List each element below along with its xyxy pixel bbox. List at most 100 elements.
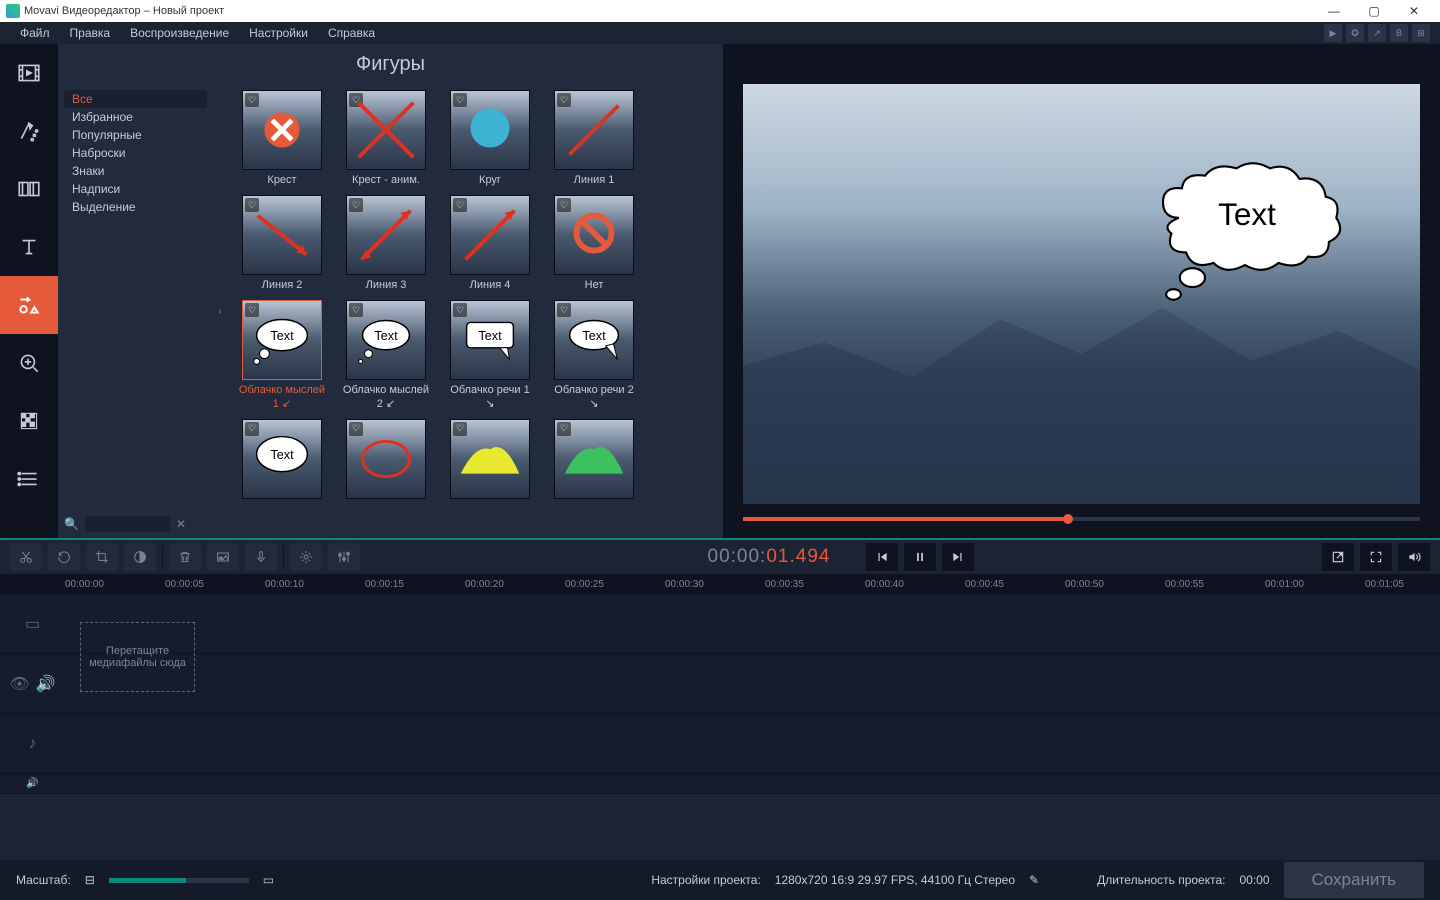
minimize-button[interactable]: — (1314, 4, 1354, 18)
shape-item[interactable]: ♡Крест (237, 90, 327, 187)
track-audio-head[interactable]: 👁 🔊 (0, 674, 65, 694)
shape-item[interactable]: ♡Линия 4 (445, 195, 535, 292)
timecode-display: 00:00:01.494 (708, 546, 831, 568)
menu-settings[interactable]: Настройки (239, 26, 318, 40)
shape-item[interactable]: ♡ (549, 419, 639, 503)
shape-label: Круг (479, 174, 501, 187)
sidebar-transitions[interactable] (0, 160, 58, 218)
volume-button[interactable] (1398, 543, 1430, 571)
edit-settings-icon[interactable]: ✎ (1029, 873, 1039, 887)
delete-button[interactable] (169, 543, 201, 571)
sidebar-shapes[interactable] (0, 276, 58, 334)
social-youtube-icon[interactable]: ▶ (1324, 24, 1342, 42)
timeline[interactable]: ▭ 👁 🔊 ♪ 🔊 Перетащите медиафайлы сюда (0, 594, 1440, 794)
category-captions[interactable]: Надписи (64, 180, 207, 198)
category-sketches[interactable]: Наброски (64, 144, 207, 162)
crop-button[interactable] (86, 543, 118, 571)
shape-item[interactable]: ♡TextОблачко речи 1 ↘ (445, 300, 535, 410)
preview-pane: Text (723, 44, 1440, 538)
shape-item[interactable]: ♡Text (237, 419, 327, 503)
shape-item[interactable]: ♡TextОблачко мыслей 2 ↙ (341, 300, 431, 410)
shape-label: Облачко мыслей 1 ↙ (237, 384, 327, 410)
record-button[interactable] (245, 543, 277, 571)
close-button[interactable]: ✕ (1394, 4, 1434, 18)
shape-label: Линия 3 (366, 279, 407, 292)
track-extra-head[interactable]: 🔊 (0, 778, 65, 789)
tool-sidebar (0, 44, 58, 538)
shape-item[interactable]: ♡Линия 1 (549, 90, 639, 187)
shape-label: Крест (267, 174, 296, 187)
ruler-tick: 00:00:00 (65, 579, 165, 590)
ruler-tick: 00:00:30 (665, 579, 765, 590)
titlebar: Movavi Видеоредактор – Новый проект — ▢ … (0, 0, 1440, 22)
zoom-slider[interactable] (109, 878, 249, 883)
shape-item[interactable]: ♡ (341, 419, 431, 503)
menu-edit[interactable]: Правка (60, 26, 121, 40)
shape-item[interactable]: ♡Линия 3 (341, 195, 431, 292)
ruler-tick: 00:00:50 (1065, 579, 1165, 590)
shape-item[interactable]: ♡Линия 2 (237, 195, 327, 292)
duration-label: Длительность проекта: (1097, 873, 1225, 887)
cut-button[interactable] (10, 543, 42, 571)
popout-button[interactable] (1322, 543, 1354, 571)
category-highlight[interactable]: Выделение (64, 198, 207, 216)
zoom-out-icon[interactable]: ⊟ (85, 873, 95, 887)
menu-help[interactable]: Справка (318, 26, 385, 40)
timeline-ruler[interactable]: 00:00:0000:00:0500:00:1000:00:1500:00:20… (0, 574, 1440, 594)
panel-title: Фигуры (58, 44, 723, 84)
thought-bubble-overlay[interactable]: Text (1142, 160, 1352, 307)
track-music-head[interactable]: ♪ (0, 735, 65, 753)
shape-item[interactable]: ♡ (445, 419, 535, 503)
category-fav[interactable]: Избранное (64, 108, 207, 126)
social-share-icon[interactable]: ↗ (1368, 24, 1386, 42)
status-bar: Масштаб: ⊟ ▭ Настройки проекта: 1280x720… (0, 860, 1440, 900)
fullscreen-button[interactable] (1360, 543, 1392, 571)
search-input[interactable] (85, 516, 170, 532)
drop-zone[interactable]: Перетащите медиафайлы сюда (80, 622, 195, 692)
social-other-icon[interactable]: ⊞ (1412, 24, 1430, 42)
menu-playback[interactable]: Воспроизведение (120, 26, 239, 40)
shape-item[interactable]: ♡Крест - аним. (341, 90, 431, 187)
next-button[interactable] (942, 543, 974, 571)
track-video-head[interactable]: ▭ (0, 614, 65, 634)
sidebar-more[interactable] (0, 450, 58, 508)
ruler-tick: 00:00:15 (365, 579, 465, 590)
ruler-tick: 00:00:35 (765, 579, 865, 590)
shape-label: Облачко речи 2 ↘ (549, 384, 639, 410)
social-vk-icon[interactable]: В (1390, 24, 1408, 42)
sidebar-media[interactable] (0, 44, 58, 102)
svg-text:Text: Text (478, 329, 502, 343)
sidebar-titles[interactable] (0, 218, 58, 276)
category-signs[interactable]: Знаки (64, 162, 207, 180)
equalizer-button[interactable] (328, 543, 360, 571)
preview-viewport[interactable]: Text (743, 84, 1420, 504)
sidebar-filters[interactable] (0, 102, 58, 160)
snapshot-button[interactable] (207, 543, 239, 571)
maximize-button[interactable]: ▢ (1354, 4, 1394, 18)
scrub-bar[interactable] (743, 510, 1420, 528)
menu-file[interactable]: Файл (10, 26, 60, 40)
rotate-button[interactable] (48, 543, 80, 571)
social-odnoklassniki-icon[interactable]: ✪ (1346, 24, 1364, 42)
scrub-handle[interactable] (1063, 514, 1073, 524)
svg-text:Text: Text (270, 448, 294, 462)
shape-item[interactable]: ♡TextОблачко речи 2 ↘ (549, 300, 639, 410)
color-button[interactable] (124, 543, 156, 571)
shape-item[interactable]: ♡TextОблачко мыслей 1 ↙ (237, 300, 327, 410)
zoom-fit-icon[interactable]: ▭ (263, 873, 274, 887)
clip-settings-button[interactable] (290, 543, 322, 571)
shape-label: Линия 1 (574, 174, 615, 187)
category-all[interactable]: Все (64, 90, 207, 108)
save-button[interactable]: Сохранить (1284, 862, 1424, 898)
category-popular[interactable]: Популярные (64, 126, 207, 144)
prev-button[interactable] (866, 543, 898, 571)
pause-button[interactable] (904, 543, 936, 571)
shape-label: Нет (585, 279, 604, 292)
shape-label: Облачко мыслей 2 ↙ (341, 384, 431, 410)
sidebar-zoom[interactable] (0, 334, 58, 392)
clear-search-icon[interactable]: ✕ (176, 517, 186, 531)
shape-item[interactable]: ♡Круг (445, 90, 535, 187)
collapse-handle[interactable]: ‹ (213, 84, 227, 538)
shape-item[interactable]: ♡Нет (549, 195, 639, 292)
sidebar-chroma[interactable] (0, 392, 58, 450)
